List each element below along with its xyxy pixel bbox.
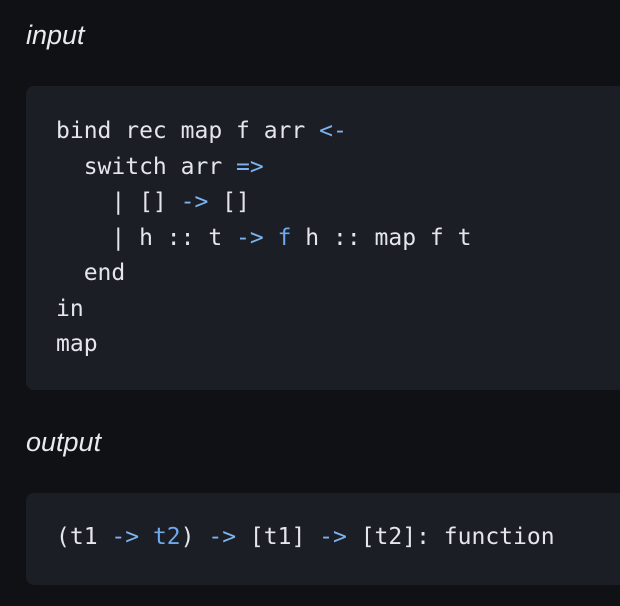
input-code-block: bind rec map f arr <- switch arr => | []… xyxy=(26,86,620,390)
code-token: | h :: t xyxy=(56,224,237,251)
output-code-block: (t1 -> t2) -> [t1] -> [t2]: function xyxy=(26,493,620,585)
code-line: in xyxy=(56,292,471,328)
code-line: | h :: t -> f h :: map f t xyxy=(56,221,471,257)
code-operator: => xyxy=(236,153,264,180)
code-operator: <- xyxy=(319,118,347,144)
output-code: (t1 -> t2) -> [t1] -> [t2]: function xyxy=(56,520,555,556)
code-identifier: f xyxy=(277,224,292,251)
code-token: map xyxy=(56,331,98,357)
code-line: map xyxy=(56,327,471,363)
code-token: ) xyxy=(180,524,209,550)
code-operator: -> xyxy=(208,524,237,550)
code-token: [t1] xyxy=(236,524,320,550)
code-line: switch arr => xyxy=(56,150,471,186)
code-token: (t1 xyxy=(56,524,112,550)
input-code: bind rec map f arr <- switch arr => | []… xyxy=(56,114,471,363)
code-identifier: t2 xyxy=(152,524,181,550)
code-line: bind rec map f arr <- xyxy=(56,114,471,150)
code-operator: -> xyxy=(111,524,140,550)
code-operator: -> xyxy=(236,224,264,251)
code-line: end xyxy=(56,256,471,292)
code-operator: -> xyxy=(180,189,209,215)
code-token: bind rec map f arr xyxy=(56,118,320,144)
code-operator: -> xyxy=(319,524,347,550)
output-section-label: output xyxy=(26,427,102,457)
code-token: h :: map f t xyxy=(291,224,472,251)
code-token: switch arr xyxy=(56,153,237,180)
code-token: [t2]: function xyxy=(346,524,555,550)
code-token: [] xyxy=(208,189,250,215)
input-section-label: input xyxy=(26,20,85,50)
code-token: in xyxy=(56,295,84,322)
code-token: end xyxy=(56,260,126,286)
code-line: | [] -> [] xyxy=(56,185,471,221)
code-token: | [] xyxy=(56,189,181,215)
code-line: (t1 -> t2) -> [t1] -> [t2]: function xyxy=(56,520,555,556)
